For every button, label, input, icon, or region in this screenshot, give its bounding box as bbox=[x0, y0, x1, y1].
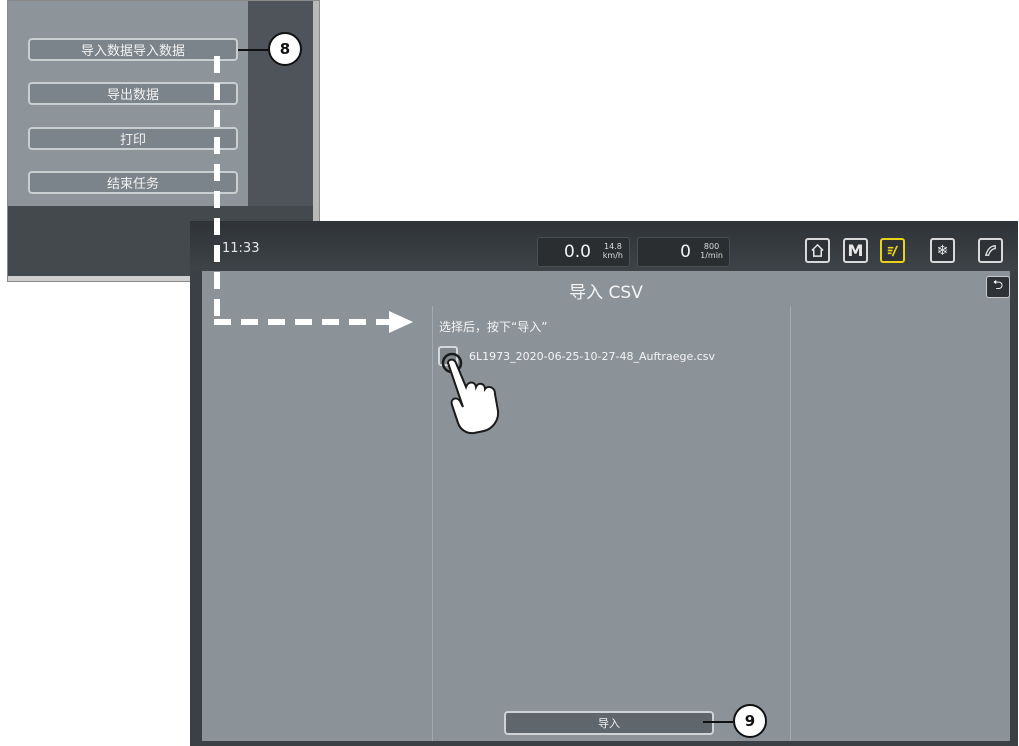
speed-sub-value: 14.8 bbox=[603, 242, 622, 251]
status-bar: 11:33 0.0 14.8 km/h 0 800 1/min M ❄ bbox=[190, 221, 1018, 271]
speed-value: 0.0 bbox=[563, 242, 591, 262]
import-data-button[interactable]: 导入数据导入数据 bbox=[28, 38, 238, 61]
rpm-unit: 1/min bbox=[700, 251, 723, 260]
column-divider-left bbox=[432, 306, 433, 741]
job-icon[interactable] bbox=[880, 238, 905, 263]
print-button[interactable]: 打印 bbox=[28, 127, 238, 150]
speed-unit: km/h bbox=[602, 251, 623, 260]
speed-gauge: 0.0 14.8 km/h bbox=[537, 237, 630, 267]
back-button[interactable]: ⮌ bbox=[986, 276, 1010, 298]
callout-8-leader bbox=[238, 49, 268, 51]
clock: 11:33 bbox=[222, 241, 260, 256]
callout-8: 8 bbox=[268, 32, 302, 66]
instruction-text: 选择后，按下“导入” bbox=[439, 320, 548, 334]
flow-arrow-head-icon bbox=[389, 311, 413, 333]
m-mode-icon[interactable]: M bbox=[843, 238, 868, 263]
callout-9: 9 bbox=[733, 704, 767, 738]
export-data-button[interactable]: 导出数据 bbox=[28, 82, 238, 105]
flow-arrow-vertical bbox=[214, 56, 220, 322]
column-divider-right bbox=[790, 306, 791, 741]
rpm-sub-value: 800 bbox=[703, 242, 720, 251]
menu-left-area: 导入数据导入数据 导出数据 打印 结束任务 bbox=[8, 1, 248, 206]
snowflake-icon[interactable]: ❄ bbox=[930, 238, 955, 263]
home-icon[interactable] bbox=[805, 238, 830, 263]
speed-sub: 14.8 km/h bbox=[603, 242, 623, 260]
page-title: 导入 CSV bbox=[569, 283, 643, 303]
flow-arrow-horizontal bbox=[214, 319, 389, 325]
back-arrow-icon: ⮌ bbox=[992, 278, 1004, 293]
tap-hand-icon bbox=[441, 352, 500, 435]
sweep-icon[interactable] bbox=[978, 238, 1003, 263]
rpm-value: 0 bbox=[680, 242, 691, 262]
end-task-button[interactable]: 结束任务 bbox=[28, 171, 238, 194]
import-button[interactable]: 导入 bbox=[504, 711, 714, 735]
main-screen: 11:33 0.0 14.8 km/h 0 800 1/min M ❄ 导入 C… bbox=[190, 221, 1018, 746]
import-csv-page: 导入 CSV ⮌ 选择后，按下“导入” 6L1973_2020-06-25-10… bbox=[202, 271, 1010, 741]
callout-9-leader bbox=[703, 721, 733, 723]
rpm-gauge: 0 800 1/min bbox=[637, 237, 730, 267]
rpm-sub: 800 1/min bbox=[700, 242, 723, 260]
